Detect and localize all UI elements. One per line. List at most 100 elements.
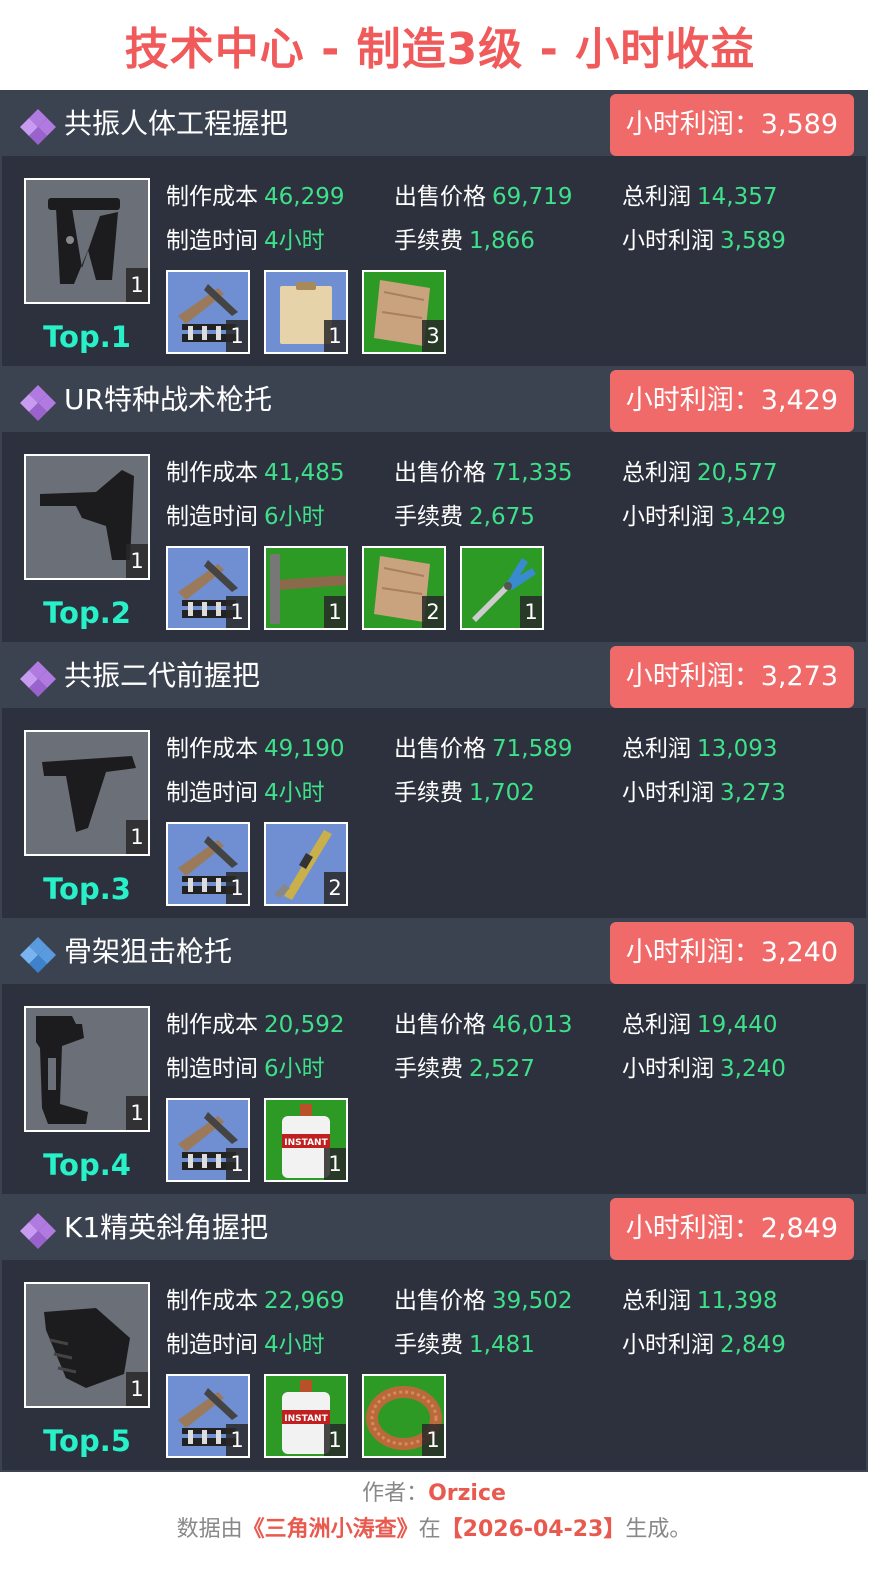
product-image: 1 [24,1006,150,1132]
total-profit-stat: 总利润 14,357 [622,184,778,210]
source-line: 数据由《三角洲小涛查》在【2026-04-23】生成。 [176,1517,692,1542]
material-slot[interactable]: 1 [166,270,250,354]
material-quantity: 2 [324,872,346,904]
materials-row: 1 2 [166,822,362,906]
total-profit-stat: 总利润 20,577 [622,460,778,486]
fee-stat: 手续费 1,702 [394,780,535,806]
material-slot[interactable]: 1 [264,546,348,630]
product-image: 1 [24,730,150,856]
materials-row: 1 1 3 [166,270,460,354]
material-slot[interactable]: 2 [264,822,348,906]
card-header: 共振二代前握把 小时利润：3,273 [2,644,866,708]
product-image: 1 [24,1282,150,1408]
item-name: 共振人体工程握把 [64,107,289,140]
material-slot[interactable]: INSTANT 1 [264,1098,348,1182]
item-name: K1精英斜角握把 [64,1211,269,1244]
materials-row: 1 INSTANT 1 1 [166,1374,460,1458]
source-name: 《三角洲小涛查》 [242,1517,419,1542]
blue-diamond-icon [20,937,56,973]
product-quantity: 1 [126,1096,148,1130]
purple-diamond-icon [20,661,56,697]
material-quantity: 1 [226,320,248,352]
hourly-profit-stat: 小时利润 3,589 [622,228,786,254]
rank-label: Top.5 [43,1424,131,1458]
svg-text:INSTANT: INSTANT [284,1414,328,1424]
material-quantity: 1 [324,1424,346,1456]
recipe-list: 共振人体工程握把 小时利润：3,589 1 Top.1 制作成本 46,299 出… [0,90,868,1472]
material-quantity: 1 [226,872,248,904]
product-image: 1 [24,178,150,304]
generated-date: 【2026-04-23】 [440,1517,626,1542]
time-stat: 制造时间 4小时 [166,228,325,254]
recipe-card[interactable]: 共振二代前握把 小时利润：3,273 1 Top.3 制作成本 49,190 出售… [0,642,868,920]
hourly-profit-stat: 小时利润 3,240 [622,1056,786,1082]
card-header: 骨架狙击枪托 小时利润：3,240 [2,920,866,984]
time-stat: 制造时间 6小时 [166,1056,325,1082]
cost-stat: 制作成本 46,299 [166,184,345,210]
recipe-card[interactable]: UR特种战术枪托 小时利润：3,429 1 Top.2 制作成本 41,485 出… [0,366,868,644]
card-header: UR特种战术枪托 小时利润：3,429 [2,368,866,432]
material-quantity: 1 [422,1424,444,1456]
product-quantity: 1 [126,1372,148,1406]
card-header: K1精英斜角握把 小时利润：2,849 [2,1196,866,1260]
material-quantity: 1 [226,596,248,628]
material-slot[interactable]: 3 [362,270,446,354]
material-quantity: 1 [226,1148,248,1180]
svg-text:INSTANT: INSTANT [284,1138,328,1148]
material-slot[interactable]: 1 [166,1374,250,1458]
author-name: Orzice [428,1481,506,1506]
material-slot[interactable]: 1 [264,270,348,354]
material-slot[interactable]: 2 [362,546,446,630]
material-slot[interactable]: 1 [166,822,250,906]
time-stat: 制造时间 4小时 [166,1332,325,1358]
hourly-profit-badge: 小时利润：3,589 [609,94,854,156]
material-slot[interactable]: 1 [166,1098,250,1182]
hourly-profit-badge: 小时利润：2,849 [609,1198,854,1260]
price-stat: 出售价格 71,335 [394,460,573,486]
material-slot[interactable]: 1 [166,546,250,630]
page-title: 技术中心 - 制造3级 - 小时收益 [124,24,756,75]
hourly-profit-badge: 小时利润：3,429 [609,370,854,432]
material-quantity: 2 [422,596,444,628]
rank-label: Top.4 [43,1148,131,1182]
item-name: UR特种战术枪托 [64,383,272,416]
item-name: 骨架狙击枪托 [64,935,233,968]
price-stat: 出售价格 46,013 [394,1012,573,1038]
material-quantity: 1 [324,320,346,352]
cost-stat: 制作成本 20,592 [166,1012,345,1038]
cost-stat: 制作成本 22,969 [166,1288,345,1314]
fee-stat: 手续费 2,675 [394,504,535,530]
purple-diamond-icon [20,109,56,145]
material-quantity: 1 [324,596,346,628]
price-stat: 出售价格 39,502 [394,1288,573,1314]
recipe-card[interactable]: 骨架狙击枪托 小时利润：3,240 1 Top.4 制作成本 20,592 出售价… [0,918,868,1196]
materials-row: 1 1 2 1 [166,546,558,630]
fee-stat: 手续费 2,527 [394,1056,535,1082]
footer: 作者：Orzice 数据由《三角洲小涛查》在【2026-04-23】生成。 [0,1476,868,1548]
total-profit-stat: 总利润 11,398 [622,1288,778,1314]
material-slot[interactable]: INSTANT 1 [264,1374,348,1458]
cost-stat: 制作成本 41,485 [166,460,345,486]
total-profit-stat: 总利润 13,093 [622,736,778,762]
material-slot[interactable]: 1 [460,546,544,630]
time-stat: 制造时间 4小时 [166,780,325,806]
recipe-card[interactable]: K1精英斜角握把 小时利润：2,849 1 Top.5 制作成本 22,969 出… [0,1194,868,1472]
material-slot[interactable]: 1 [362,1374,446,1458]
card-header: 共振人体工程握把 小时利润：3,589 [2,92,866,156]
hourly-profit-stat: 小时利润 3,429 [622,504,786,530]
material-quantity: 1 [226,1424,248,1456]
material-quantity: 1 [324,1148,346,1180]
fee-stat: 手续费 1,481 [394,1332,535,1358]
hourly-profit-stat: 小时利润 2,849 [622,1332,786,1358]
recipe-card[interactable]: 共振人体工程握把 小时利润：3,589 1 Top.1 制作成本 46,299 出… [0,90,868,368]
cost-stat: 制作成本 49,190 [166,736,345,762]
hourly-profit-stat: 小时利润 3,273 [622,780,786,806]
total-profit-stat: 总利润 19,440 [622,1012,778,1038]
fee-stat: 手续费 1,866 [394,228,535,254]
product-quantity: 1 [126,544,148,578]
product-quantity: 1 [126,820,148,854]
time-stat: 制造时间 6小时 [166,504,325,530]
price-stat: 出售价格 69,719 [394,184,573,210]
author-line: 作者：Orzice [362,1481,506,1506]
rank-label: Top.1 [43,320,131,354]
